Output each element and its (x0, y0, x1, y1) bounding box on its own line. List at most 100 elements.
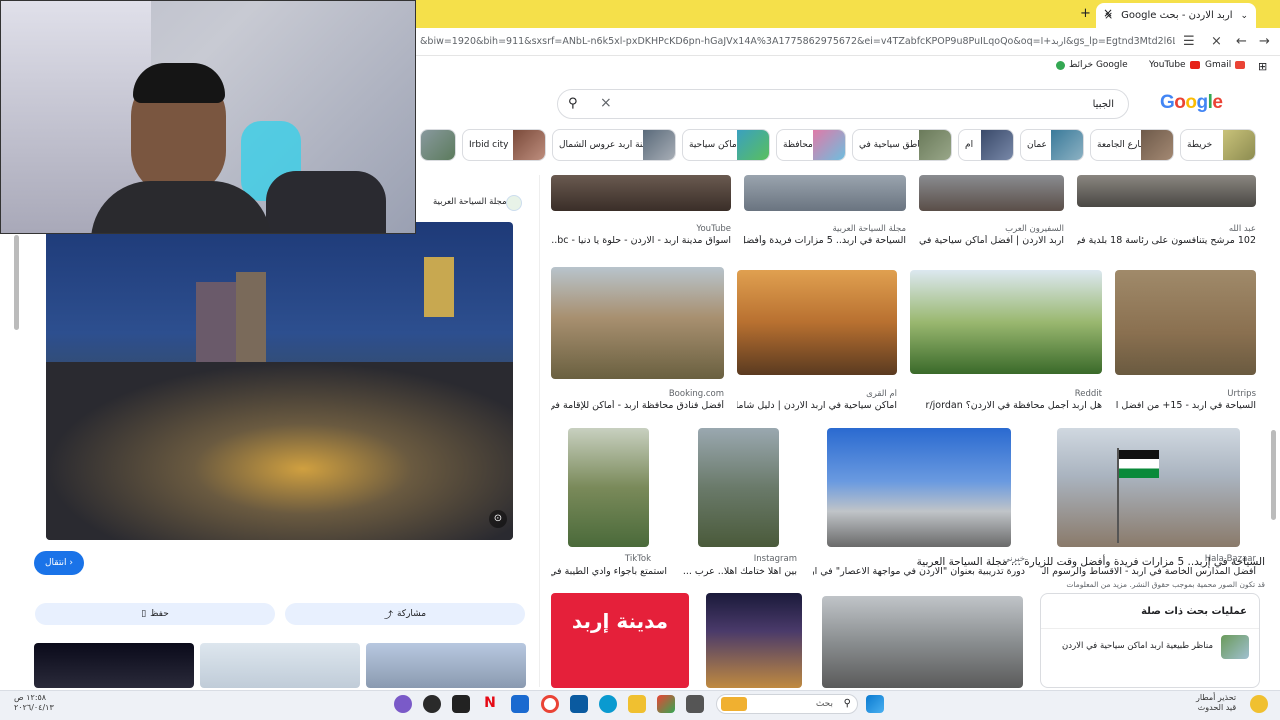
close-tab-icon[interactable]: × (1103, 6, 1113, 20)
result-image[interactable] (551, 267, 724, 379)
poster-text: مدينة إربد (571, 609, 669, 633)
outlook-icon[interactable] (511, 695, 529, 713)
chip-governorate[interactable]: محافظة (776, 129, 846, 161)
result-image[interactable] (919, 175, 1064, 211)
chip-tourist-places[interactable]: اماكن سياحية (682, 129, 770, 161)
url-text[interactable]: &biw=1920&bih=911&sxsrf=ANbL-n6k5xl-pxDK… (420, 36, 1175, 50)
copyright-note[interactable]: قد تكون الصور محمية بموجب حقوق النشر. مز… (1066, 580, 1265, 589)
result-caption[interactable]: بين اهلا ختامك اهلا.. عرب ... (681, 566, 797, 577)
chip-amman[interactable]: عمان (1020, 129, 1084, 161)
start-windows-icon[interactable] (866, 695, 884, 713)
chip-map[interactable]: خريطة (1180, 129, 1256, 161)
result-source: YouTube (696, 224, 731, 234)
new-tab-plus-icon[interactable]: + (1080, 6, 1091, 21)
forward-arrow-icon[interactable]: → (1259, 34, 1270, 49)
share-button[interactable]: ⤴ مشاركة (285, 603, 525, 625)
panel-title[interactable]: السياحة في إربد.. 5 مزارات فريدة وأفضل و… (917, 556, 1265, 568)
related-image[interactable] (34, 643, 194, 688)
search-box[interactable]: ⚲ × الجبيا (557, 89, 1129, 119)
copilot-icon[interactable] (394, 695, 412, 713)
chip-irbid-city[interactable]: Irbid city (462, 129, 546, 161)
result-image[interactable] (744, 175, 906, 211)
clear-icon[interactable]: × (600, 95, 612, 111)
share-icon: ⤴ (383, 610, 393, 621)
result-caption[interactable]: اسواق مدينة اربد - الاردن - حلوة يا دنيا… (551, 235, 731, 246)
save-button[interactable]: ▯ حفظ (35, 603, 275, 625)
tab-title: اربد الاردن - بحث Google (1121, 10, 1233, 21)
panel-scrollbar[interactable] (14, 235, 19, 330)
photos-icon[interactable] (657, 695, 675, 713)
app-icon[interactable] (686, 695, 704, 713)
result-source: Instagram (753, 554, 797, 564)
search-icon: ⚲ (843, 698, 851, 709)
weather-icon[interactable] (1250, 695, 1268, 713)
search-icon[interactable]: ⚲ (568, 96, 578, 111)
stop-icon[interactable]: × (1211, 34, 1222, 49)
result-caption[interactable]: السياحة في اربد.. 5 مزارات فريدة وأفضل..… (744, 235, 906, 246)
result-caption[interactable]: السياحة في اربد - 15+ من افضل الما... (1115, 400, 1256, 411)
search-query[interactable]: الجبيا (1093, 99, 1114, 110)
taskbar-search[interactable]: ⚲ بحث (716, 694, 858, 714)
related-image[interactable] (366, 643, 526, 688)
chip-tourist-areas[interactable]: مناطق سياحية في (852, 129, 952, 161)
result-caption[interactable]: 102 مرشح يتنافسون على رئاسة 18 بلدية في.… (1077, 235, 1256, 246)
netflix-icon[interactable]: N (481, 695, 499, 713)
result-caption[interactable]: هل اربد أجمل محافظة في الاردن؟ r/jordan (910, 400, 1102, 411)
back-arrow-icon[interactable]: ← (1236, 34, 1247, 49)
chip-irbid-bride[interactable]: مدينة اربد عروس الشمال (552, 129, 676, 161)
edge-icon[interactable] (599, 695, 617, 713)
result-source: السفيرون العرب (1005, 224, 1064, 234)
chrome-icon[interactable] (541, 695, 559, 713)
chip-extra[interactable] (420, 129, 456, 161)
panel-preview-image[interactable]: ⊙ (46, 222, 513, 540)
tab-chevron-icon[interactable]: ⌄ (1240, 11, 1248, 21)
result-image[interactable] (698, 428, 779, 547)
result-source: Booking.com (668, 389, 724, 399)
result-caption[interactable]: اماكن سياحية في اربد الاردن | دليل شامل.… (737, 400, 897, 411)
chip-um[interactable]: ام (958, 129, 1014, 161)
result-image[interactable] (910, 270, 1102, 374)
lens-icon[interactable]: ⊙ (489, 510, 507, 528)
app-icon[interactable] (452, 695, 470, 713)
result-image[interactable] (1057, 428, 1240, 547)
chip-university-st[interactable]: شارع الجامعة (1090, 129, 1174, 161)
result-source: أم القرى (866, 389, 897, 399)
taskbar-clock[interactable]: ١٢:٥٨ ص ٢٠٢٦/٠٤/١٣ (14, 693, 54, 713)
result-source: مجلة السياحة العربية (832, 224, 906, 234)
result-caption[interactable]: اربد الاردن | أفضل أماكن سياحية في... (919, 235, 1064, 246)
webcam-overlay (0, 0, 416, 234)
related-image[interactable] (200, 643, 360, 688)
panel-site-name[interactable]: مجلة السياحة العربية (433, 197, 507, 207)
result-caption[interactable]: استمتع بأجواء وادي الطيبة في... (551, 566, 667, 577)
page-scrollbar[interactable] (1271, 430, 1276, 520)
google-logo[interactable]: Google (1160, 92, 1223, 114)
result-source: Reddit (1074, 389, 1102, 399)
bookmark-maps[interactable]: خرائط Google (1056, 60, 1128, 70)
result-image[interactable] (551, 175, 731, 211)
bookmark-icon: ▯ (141, 609, 147, 619)
result-caption[interactable]: أفضل فنادق محافظة اربد - أماكن للإقامة ف… (551, 400, 724, 411)
tab-active[interactable]: ⌄ اربد الاردن - بحث Google × (1096, 3, 1256, 28)
obs-icon[interactable] (423, 695, 441, 713)
apps-grid-icon[interactable]: ⊞ (1258, 60, 1267, 73)
result-image[interactable] (568, 428, 649, 547)
related-item[interactable]: مناظر طبيعية اربد اماكن سياحية في الاردن (1041, 628, 1259, 664)
result-source: Urtrips (1227, 389, 1256, 399)
site-favicon-icon (506, 195, 522, 211)
store-icon[interactable] (570, 695, 588, 713)
bookmark-youtube[interactable]: YouTube (1149, 60, 1200, 70)
result-image[interactable] (737, 270, 897, 375)
tune-icon[interactable]: ☰ (1183, 34, 1195, 49)
result-image[interactable] (706, 593, 802, 688)
folder-icon[interactable] (628, 695, 646, 713)
result-image[interactable]: مدينة إربد (551, 593, 689, 688)
result-source: عبد الله (1228, 224, 1256, 234)
result-image[interactable] (827, 428, 1011, 547)
bookmark-gmail[interactable]: Gmail (1205, 60, 1246, 70)
visit-button[interactable]: انتقال › (34, 551, 84, 575)
result-source: TikTok (624, 554, 651, 564)
result-image[interactable] (822, 596, 1023, 688)
weather-widget[interactable]: تحذير أمطار قيد الحدوث (1196, 693, 1236, 713)
result-image[interactable] (1077, 175, 1256, 207)
result-image[interactable] (1115, 270, 1256, 375)
